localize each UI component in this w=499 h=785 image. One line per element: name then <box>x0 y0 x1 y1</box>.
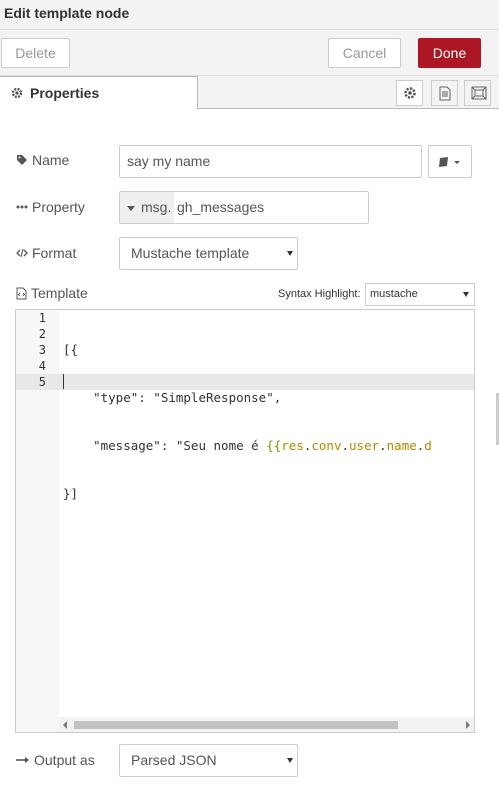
name-label: Name <box>16 152 69 168</box>
editor-horizontal-scrollbar[interactable] <box>59 717 474 732</box>
code-line: [{ <box>63 342 79 357</box>
property-type-select[interactable]: msg. <box>120 192 174 223</box>
file-code-icon <box>16 287 27 299</box>
gear-icon <box>404 87 416 99</box>
scroll-right-arrow-icon[interactable] <box>466 721 470 729</box>
property-input[interactable]: msg. gh_messages <box>119 191 369 224</box>
tab-appearance[interactable] <box>464 80 491 106</box>
dialog-title: Edit template node <box>4 5 130 21</box>
code-content[interactable]: [{ "type": "SimpleResponse", "message": … <box>63 310 432 582</box>
code-token: user <box>349 438 380 453</box>
caret-down-icon <box>127 206 135 211</box>
code-token: d <box>424 438 432 453</box>
output-label-text: Output as <box>34 752 95 768</box>
code-token: "message": "Seu nome é <box>63 438 267 453</box>
code-token: . <box>379 438 387 453</box>
output-select-value: Parsed JSON <box>131 752 217 768</box>
format-select-value: Mustache template <box>131 245 250 261</box>
scrollbar-thumb[interactable] <box>74 721 398 729</box>
code-line: "message": "Seu nome é {{res.conv.user.n… <box>63 438 432 454</box>
template-editor[interactable]: 1 2 3 4 5 [{ "type": "SimpleResponse", "… <box>15 309 475 733</box>
chevron-down-icon <box>287 251 293 256</box>
format-label-text: Format <box>32 245 77 261</box>
syntax-highlight-select[interactable]: mustache <box>365 283 475 306</box>
chevron-down-icon <box>463 292 469 297</box>
syntax-highlight-label: Syntax Highlight: <box>278 288 361 300</box>
line-number: 3 <box>38 343 46 357</box>
line-number: 4 <box>38 359 46 373</box>
line-number-gutter: 1 2 3 4 5 <box>16 310 59 732</box>
code-token: . <box>341 438 350 453</box>
arrow-right-icon <box>16 757 29 763</box>
tab-settings[interactable] <box>396 80 423 106</box>
book-icon <box>439 157 460 167</box>
dialog-toolbar: Delete Cancel Done <box>0 30 499 76</box>
tab-description[interactable] <box>431 80 458 106</box>
tab-bar: Properties <box>0 76 499 110</box>
chevron-down-icon <box>287 758 293 763</box>
code-line: "type": "SimpleResponse", <box>63 390 282 405</box>
property-value[interactable]: gh_messages <box>174 192 264 223</box>
ellipsis-icon <box>16 205 28 209</box>
name-input[interactable]: say my name <box>119 145 422 178</box>
name-label-text: Name <box>32 152 70 168</box>
template-label-text: Template <box>31 285 88 301</box>
template-label: Template <box>16 285 88 301</box>
tab-properties[interactable]: Properties <box>0 76 198 110</box>
property-prefix: msg. <box>141 199 172 215</box>
tag-icon <box>17 155 27 165</box>
description-icon <box>439 86 451 101</box>
format-select[interactable]: Mustache template <box>119 237 298 270</box>
code-token: conv <box>311 438 342 453</box>
syntax-highlight-value: mustache <box>370 288 418 300</box>
text-cursor <box>63 374 64 389</box>
output-select[interactable]: Parsed JSON <box>119 744 298 777</box>
line-number: 2 <box>38 327 46 341</box>
property-label-text: Property <box>32 199 85 215</box>
code-token: name <box>386 438 417 453</box>
scroll-left-arrow-icon[interactable] <box>63 721 67 729</box>
tab-properties-label: Properties <box>30 85 100 101</box>
code-line: }] <box>63 486 79 501</box>
property-label: Property <box>16 199 85 215</box>
line-number: 1 <box>38 311 46 325</box>
code-token: res <box>281 438 304 453</box>
dialog-titlebar: Edit template node <box>0 0 499 30</box>
mustache-open-token: {{ <box>266 438 282 453</box>
cancel-button[interactable]: Cancel <box>328 38 401 68</box>
code-icon <box>16 248 28 258</box>
delete-button[interactable]: Delete <box>1 38 70 68</box>
node-library-button[interactable] <box>428 145 472 178</box>
format-label: Format <box>16 245 76 261</box>
appearance-icon <box>471 86 487 100</box>
gear-icon <box>11 86 23 102</box>
done-button[interactable]: Done <box>418 38 481 68</box>
line-number-active: 5 <box>16 374 59 390</box>
output-label: Output as <box>16 752 95 768</box>
